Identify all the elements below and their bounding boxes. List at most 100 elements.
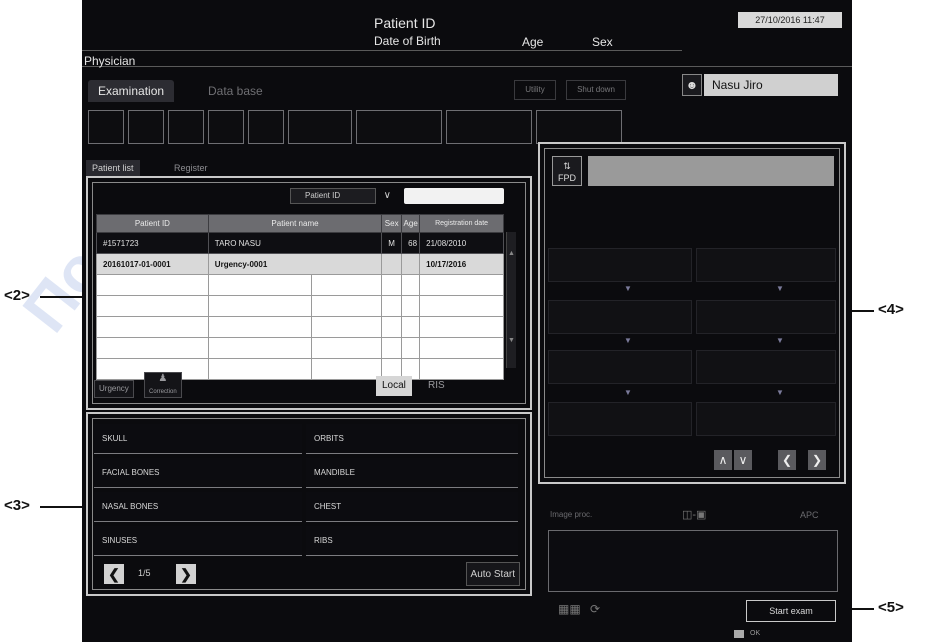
age-label: Age [522, 35, 544, 49]
header-divider [82, 50, 682, 51]
image-cell[interactable] [548, 248, 692, 282]
cell-down-icon: ▼ [776, 284, 784, 293]
ok-label: OK [750, 630, 761, 637]
exam-item-mandible[interactable]: MANDIBLE [306, 458, 518, 488]
prev-page-button[interactable]: ❮ [104, 564, 124, 584]
table-header: Patient ID Patient name Sex Age Registra… [96, 214, 504, 233]
shutdown-button[interactable]: Shut down [566, 80, 626, 100]
cell-registration-date: 21/08/2010 [419, 232, 504, 254]
table-row-empty [96, 337, 504, 359]
exam-slot-4[interactable] [208, 110, 244, 144]
tab-database[interactable]: Data base [198, 80, 273, 102]
exam-slot-5[interactable] [248, 110, 284, 144]
callout-3-line [40, 506, 88, 508]
callout-2: <2> [4, 287, 30, 304]
utility-button[interactable]: Utility [514, 80, 556, 100]
search-field-value: Patient ID [305, 191, 341, 200]
start-exam-button[interactable]: Start exam [746, 600, 836, 622]
auto-start-button[interactable]: Auto Start [465, 562, 520, 586]
page-indicator: 1/5 [138, 568, 151, 578]
table-row-empty [96, 295, 504, 317]
detector-arrow-icon: ⇅ [563, 161, 571, 171]
detector-button[interactable]: ⇅ FPD [552, 156, 582, 186]
cell-down-icon: ▼ [624, 336, 632, 345]
cell-sex [381, 253, 403, 275]
cell-patient-name: TARO NASU [207, 232, 383, 254]
image-cell[interactable] [696, 248, 836, 282]
operator-name[interactable]: Nasu Jiro [704, 74, 838, 96]
image-cell[interactable] [548, 300, 692, 334]
cell-down-icon: ▼ [776, 336, 784, 345]
nav-right-button[interactable]: ❯ [808, 450, 826, 470]
exam-item-sinuses[interactable]: SINUSES [94, 526, 302, 556]
ris-button[interactable]: RIS [422, 376, 451, 396]
chevron-down-icon: ∨ [383, 190, 391, 201]
header-divider-2 [82, 66, 852, 67]
image-proc-icon[interactable]: ◫-▣ [682, 508, 706, 521]
exam-slot-1[interactable] [88, 110, 124, 144]
exam-item-nasal-bones[interactable]: NASAL BONES [94, 492, 302, 522]
col-patient-id[interactable]: Patient ID [96, 214, 209, 233]
local-button[interactable]: Local [376, 376, 412, 396]
table-row-empty [96, 316, 504, 338]
sex-label: Sex [592, 35, 613, 49]
exam-item-ribs[interactable]: RIBS [306, 526, 518, 556]
col-registration-date[interactable]: Registration date [419, 214, 504, 233]
urgency-button[interactable]: Urgency [94, 380, 134, 398]
image-cell[interactable] [696, 300, 836, 334]
table-scrollbar[interactable]: ▲ ▼ [506, 232, 516, 368]
image-cell[interactable] [696, 350, 836, 384]
callout-2-line [40, 296, 88, 298]
patient-id-label: Patient ID [374, 15, 436, 31]
table-row-selected[interactable]: 20161017-01-0001 Urgency-0001 10/17/2016 [96, 253, 504, 275]
scroll-up-icon[interactable]: ▲ [508, 250, 515, 257]
exam-slot-6[interactable] [288, 110, 352, 144]
acquisition-screen: Patient ID Date of Birth Age Sex 27/10/2… [82, 0, 852, 642]
tab-register[interactable]: Register [168, 160, 214, 176]
image-cell[interactable] [548, 402, 692, 436]
correction-label: Correction [149, 389, 177, 395]
grid-icon[interactable]: ▦▦ [558, 602, 581, 616]
image-cell[interactable] [548, 350, 692, 384]
scroll-down-icon[interactable]: ▼ [508, 337, 515, 344]
exam-item-skull[interactable]: SKULL [94, 424, 302, 454]
cell-down-icon: ▼ [776, 388, 784, 397]
comment-box[interactable] [548, 530, 838, 592]
exam-item-orbits[interactable]: ORBITS [306, 424, 518, 454]
col-sex[interactable]: Sex [381, 214, 403, 233]
detector-label: FPD [558, 173, 576, 183]
tab-patient-list[interactable]: Patient list [86, 160, 140, 176]
exam-slot-8[interactable] [446, 110, 532, 144]
search-input[interactable] [404, 188, 504, 204]
nav-left-button[interactable]: ❮ [778, 450, 796, 470]
tab-examination[interactable]: Examination [88, 80, 175, 102]
person-icon: ♟ [158, 373, 168, 384]
exam-slot-7[interactable] [356, 110, 442, 144]
col-age[interactable]: Age [401, 214, 421, 233]
ok-checkbox[interactable] [734, 630, 744, 638]
operator-icon[interactable]: ☻ [682, 74, 702, 96]
col-patient-name[interactable]: Patient name [207, 214, 383, 233]
nav-down-button[interactable]: ∨ [734, 450, 752, 470]
image-cell[interactable] [696, 402, 836, 436]
sync-icon[interactable]: ⟳ [590, 602, 600, 616]
exam-slot-2[interactable] [128, 110, 164, 144]
patient-table: Patient ID Patient name Sex Age Registra… [96, 214, 504, 380]
exam-slot-9[interactable] [536, 110, 622, 144]
next-page-button[interactable]: ❯ [176, 564, 196, 584]
image-proc-label: Image proc. [550, 510, 593, 519]
callout-5: <5> [878, 599, 904, 616]
physician-label: Physician [84, 54, 136, 68]
nav-up-button[interactable]: ∧ [714, 450, 732, 470]
exam-slot-3[interactable] [168, 110, 204, 144]
cell-down-icon: ▼ [624, 388, 632, 397]
cell-patient-id: #1571723 [96, 232, 209, 254]
datetime-display: 27/10/2016 11:47 [738, 12, 842, 28]
callout-3: <3> [4, 497, 30, 514]
correction-button[interactable]: ♟ Correction [144, 372, 182, 398]
cell-sex: M [381, 232, 403, 254]
table-row[interactable]: #1571723 TARO NASU M 68 21/08/2010 [96, 232, 504, 254]
exam-item-chest[interactable]: CHEST [306, 492, 518, 522]
exam-item-facial-bones[interactable]: FACIAL BONES [94, 458, 302, 488]
search-field-select[interactable]: Patient ID ∨ [290, 188, 391, 204]
